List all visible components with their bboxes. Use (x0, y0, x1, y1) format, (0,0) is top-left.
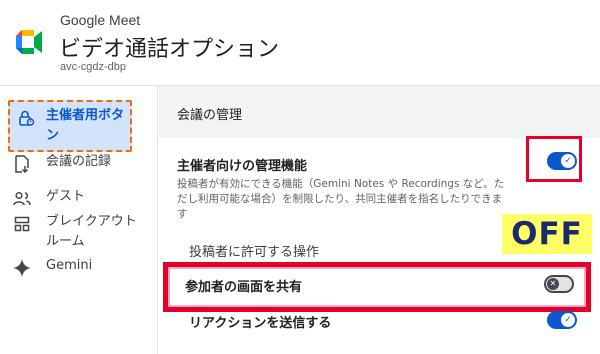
sidebar-item-guests[interactable]: ゲスト (12, 187, 152, 209)
close-icon: ✕ (547, 278, 559, 290)
meeting-code: avc-cgdz-dbp (60, 61, 127, 73)
sidebar-item-label: Gemini (46, 258, 93, 273)
sidebar-item-label: ブレイクアウトルーム (46, 214, 137, 249)
sidebar-item-recording[interactable]: 会議の記録 (12, 152, 152, 174)
send-reactions-label: リアクションを送信する (189, 316, 332, 331)
sidebar-item-label: 会議の記録 (46, 154, 112, 169)
gemini-sparkle-icon (12, 258, 32, 278)
sidebar-item-gemini[interactable]: Gemini (12, 256, 152, 278)
sidebar-item-label: ゲスト (46, 189, 86, 204)
section-title: 会議の管理 (177, 108, 243, 123)
app-name: Google Meet (60, 12, 141, 28)
dialog-header: Google Meet ビデオ通話オプション avc-cgdz-dbp (0, 0, 600, 86)
host-management-description: 投稿者が有効にできる機能（Gemini Notes や Recordings な… (177, 178, 505, 220)
sidebar-item-host-controls[interactable]: 主催者用ボタン (8, 100, 132, 152)
sidebar: 主催者用ボタン 会議の記録 ゲスト ブレイクアウトルーム Gemini (0, 86, 158, 354)
grid-icon (12, 214, 32, 234)
main-panel: 会議の管理 主催者向けの管理機能 投稿者が有効にできる機能（Gemini Not… (159, 86, 600, 354)
section-header: 会議の管理 (159, 86, 600, 138)
off-annotation: OFF (502, 214, 592, 254)
share-screen-label: 参加者の画面を共有 (185, 280, 303, 295)
lock-person-icon (16, 108, 36, 128)
send-reactions-toggle[interactable]: ✓ (547, 311, 577, 329)
share-screen-toggle[interactable]: ✕ (544, 275, 574, 293)
check-icon: ✓ (561, 313, 575, 327)
host-management-label: 主催者向けの管理機能 (177, 159, 308, 174)
check-icon: ✓ (561, 154, 575, 168)
sidebar-item-label: 主催者用ボタン (46, 108, 125, 143)
dialog-title: ビデオ通話オプション (59, 37, 280, 62)
record-icon (12, 154, 32, 174)
allow-section-label: 投稿者に許可する操作 (189, 245, 320, 260)
host-management-toggle[interactable]: ✓ (547, 152, 577, 170)
google-meet-logo-icon (16, 30, 42, 54)
people-icon (12, 189, 32, 209)
sidebar-item-breakout-rooms[interactable]: ブレイクアウトルーム (12, 212, 152, 252)
